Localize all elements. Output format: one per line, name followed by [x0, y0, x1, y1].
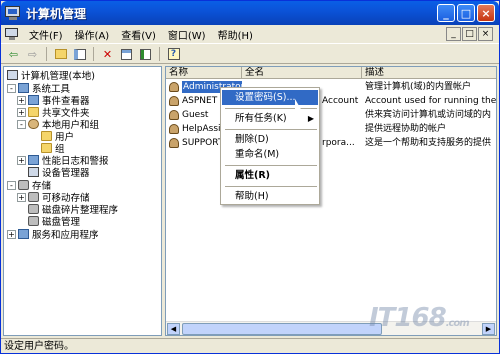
forward-icon[interactable]: ⇨: [24, 46, 41, 62]
expand-icon[interactable]: +: [17, 107, 26, 117]
performance-icon: [28, 155, 39, 165]
tree-item-computer-management[interactable]: 计算机管理(本地): [7, 69, 95, 82]
minimize-button[interactable]: _: [437, 4, 455, 22]
user-icon: [169, 110, 179, 120]
system-tools-icon: [18, 83, 29, 93]
menu-item-properties[interactable]: 属性(R): [222, 168, 318, 183]
title-bar[interactable]: 计算机管理 _ □ ×: [1, 1, 499, 25]
user-icon: [169, 138, 179, 148]
tree-item-services-applications[interactable]: + 服务和应用程序: [7, 228, 99, 241]
submenu-arrow-icon: ▶: [307, 114, 314, 123]
child-close-button[interactable]: ×: [478, 27, 493, 41]
console-tree[interactable]: 计算机管理(本地) - 系统工具 + 事件查看器 + 共享文件夹 - 本地用户和…: [3, 66, 162, 336]
folder-icon: [41, 131, 52, 141]
user-description: 管理计算机(域)的内置帐户: [365, 82, 472, 92]
menu-help[interactable]: 帮助(H): [212, 27, 259, 42]
user-icon: [169, 96, 179, 106]
table-row[interactable]: Administrator 管理计算机(域)的内置帐户: [166, 81, 496, 93]
child-restore-button[interactable]: □: [462, 27, 477, 41]
up-folder-icon[interactable]: [52, 46, 69, 62]
window-title: 计算机管理: [26, 6, 87, 21]
menu-item-help[interactable]: 帮助(H): [222, 189, 318, 204]
collapse-icon[interactable]: -: [17, 119, 26, 129]
status-bar: 设定用户密码。: [1, 338, 499, 353]
delete-icon[interactable]: ✕: [99, 46, 116, 62]
event-viewer-icon: [28, 95, 39, 105]
scroll-left-button[interactable]: ◀: [167, 323, 180, 335]
column-header-name[interactable]: 名称: [166, 67, 242, 79]
storage-icon: [18, 180, 29, 190]
menu-bar: 文件(F) 操作(A) 查看(V) 窗口(W) 帮助(H) _ □ ×: [1, 25, 499, 44]
export-icon[interactable]: [137, 46, 154, 62]
back-icon[interactable]: ⇦: [5, 46, 22, 62]
computer-icon: [7, 70, 18, 80]
user-description: 这是一个帮助和支持服务的提供: [365, 138, 492, 148]
tree-item-device-manager[interactable]: 设备管理器: [28, 166, 90, 179]
table-row[interactable]: ASPNET Account Account used for running …: [166, 95, 497, 107]
defragmenter-icon: [28, 204, 39, 214]
show-tree-icon[interactable]: [71, 46, 88, 62]
expand-icon[interactable]: +: [17, 192, 26, 202]
folder-icon: [41, 143, 52, 153]
device-manager-icon: [28, 167, 39, 177]
watermark-logo: IT168.com: [369, 303, 470, 333]
list-header: 名称 全名 描述: [166, 67, 496, 79]
disk-management-icon: [28, 216, 39, 226]
context-menu: 设置密码(S)... 所有任务(K) ▶ 删除(D) 重命名(M) 属性(R) …: [220, 87, 320, 205]
menu-view[interactable]: 查看(V): [115, 27, 162, 42]
menu-item-set-password[interactable]: 设置密码(S)...: [222, 90, 318, 105]
toolbar: ⇦ ⇨ ✕ ?: [1, 45, 499, 64]
scroll-right-button[interactable]: ▶: [482, 323, 495, 335]
folder-icon: [28, 107, 39, 117]
mouse-cursor-icon: [295, 99, 302, 111]
user-description: 提供远程协助的帐户: [365, 124, 447, 134]
collapse-icon[interactable]: -: [7, 83, 16, 93]
mmc-icon[interactable]: [5, 27, 19, 41]
removable-storage-icon: [28, 192, 39, 202]
column-header-fullname[interactable]: 全名: [242, 67, 362, 79]
table-row[interactable]: HelpAssi 提供远程协助的帐户: [166, 123, 496, 135]
menu-file[interactable]: 文件(F): [23, 27, 69, 42]
menu-item-rename[interactable]: 重命名(M): [222, 147, 318, 162]
users-list[interactable]: 名称 全名 描述 Administrator 管理计算机(域)的内置帐户 ASP…: [165, 66, 497, 336]
expand-icon[interactable]: +: [17, 155, 26, 165]
properties-icon[interactable]: [118, 46, 135, 62]
child-minimize-button[interactable]: _: [446, 27, 461, 41]
computer-management-window: 计算机管理 _ □ × 文件(F) 操作(A) 查看(V) 窗口(W) 帮助(H…: [0, 0, 500, 354]
users-icon: [28, 119, 39, 129]
menu-action[interactable]: 操作(A): [69, 27, 116, 42]
services-icon: [18, 229, 29, 239]
user-fullname: rpora...: [322, 138, 355, 148]
user-icon: [169, 82, 179, 92]
scroll-thumb[interactable]: [182, 323, 382, 335]
help-icon[interactable]: ?: [165, 46, 182, 62]
expand-icon[interactable]: +: [17, 95, 26, 105]
user-fullname: Account: [322, 96, 359, 106]
user-description: 供来宾访问计算机或访问域的内: [365, 110, 492, 120]
table-row[interactable]: Guest 供来宾访问计算机或访问域的内: [166, 109, 496, 121]
expand-icon[interactable]: +: [7, 229, 16, 239]
close-button[interactable]: ×: [477, 4, 495, 22]
tree-item-disk-management[interactable]: 磁盘管理: [28, 215, 80, 228]
computer-management-icon: [5, 5, 21, 21]
maximize-button[interactable]: □: [457, 4, 475, 22]
collapse-icon[interactable]: -: [7, 180, 16, 190]
menu-item-all-tasks[interactable]: 所有任务(K) ▶: [222, 111, 318, 126]
user-icon: [169, 124, 179, 134]
table-row[interactable]: SUPPORT_ rpora... 这是一个帮助和支持服务的提供: [166, 137, 496, 149]
menu-window[interactable]: 窗口(W): [162, 27, 212, 42]
column-header-description[interactable]: 描述: [362, 67, 496, 79]
menu-item-delete[interactable]: 删除(D): [222, 132, 318, 147]
user-description: Account used for running the: [365, 96, 497, 106]
